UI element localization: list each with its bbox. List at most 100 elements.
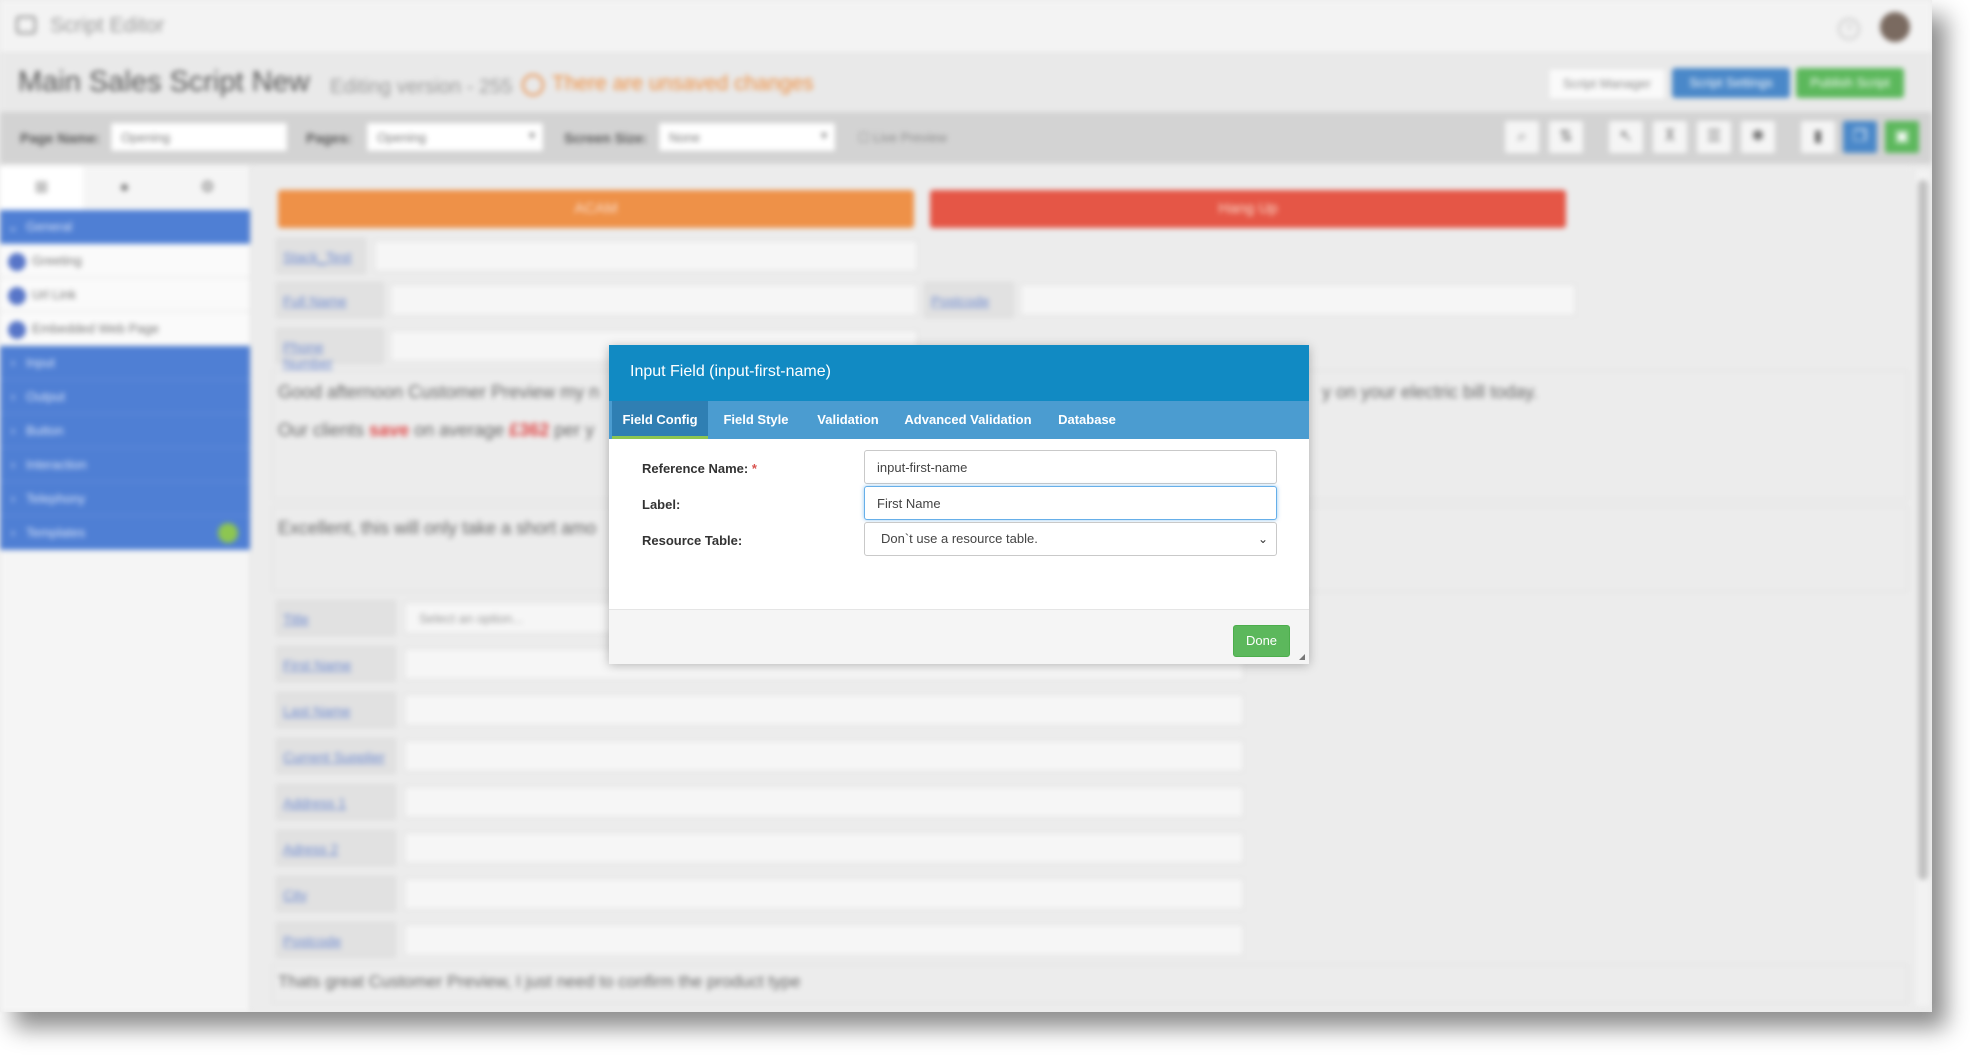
sidebar-item-url-link[interactable]: Url Link [0, 278, 250, 312]
pages-select-value: Opening [377, 130, 427, 145]
canvas-scrollbar[interactable] [1916, 170, 1930, 1006]
dialog-title: Input Field (input-first-name) [630, 363, 831, 380]
script-settings-button[interactable]: Script Settings [1672, 68, 1790, 98]
field-label-city[interactable]: City [276, 876, 396, 912]
publish-script-button[interactable]: Publish Script [1796, 68, 1904, 98]
savings-highlight: save [369, 420, 410, 440]
pages-label: Pages: [306, 130, 352, 146]
live-preview-checkbox[interactable]: ☐ Live Preview [858, 130, 947, 146]
category-label: General [26, 219, 73, 234]
chevron-down-icon: ▼ [819, 131, 829, 142]
resource-table-select[interactable]: Don`t use a resource table. ⌄ [864, 522, 1277, 556]
pages-select[interactable]: Opening ▼ [366, 122, 544, 152]
screen-size-select[interactable]: None ▼ [658, 122, 836, 152]
chevron-right-icon: › [10, 491, 16, 506]
stack-test-input[interactable] [374, 240, 918, 272]
field-label-postcode[interactable]: Postcode [276, 922, 396, 958]
sidebar-category-telephony[interactable]: › Telephony [0, 482, 250, 516]
list-icon[interactable]: ☰ [1696, 120, 1732, 154]
field-label-title[interactable]: Title [276, 600, 396, 636]
current-supplier-input[interactable] [404, 740, 1244, 772]
full-name-input[interactable] [390, 284, 918, 316]
hang-up-button[interactable]: Hang Up [930, 190, 1566, 228]
city-input[interactable] [404, 878, 1244, 910]
search-icon[interactable]: ⌕ [1504, 120, 1540, 154]
label-input[interactable] [864, 486, 1277, 520]
postcode-input[interactable] [404, 924, 1244, 956]
dialog-header: Input Field (input-first-name) [609, 345, 1309, 401]
sidebar-item-greeting[interactable]: Greeting [0, 244, 250, 278]
chevron-down-icon: ⌄ [7, 219, 19, 234]
pointer-icon[interactable]: ↖ [1608, 120, 1644, 154]
chevron-right-icon: › [10, 525, 16, 540]
tab-field-style[interactable]: Field Style [708, 401, 804, 439]
screen-size-value: None [669, 130, 701, 145]
tab-elements-icon[interactable]: ● [83, 166, 166, 210]
tab-field-config[interactable]: Field Config [612, 401, 708, 439]
globe-icon [8, 320, 26, 339]
script-manager-button[interactable]: Script Manager [1548, 68, 1666, 100]
field-label-last-name[interactable]: Last Name [276, 692, 396, 728]
live-preview-label: Live Preview [873, 130, 947, 145]
accept-button[interactable]: ACAM [278, 190, 914, 228]
category-label: Interaction [26, 457, 87, 472]
tab-advanced-validation[interactable]: Advanced Validation [892, 401, 1044, 439]
category-label: Button [26, 423, 64, 438]
chevron-down-icon: ▼ [527, 131, 537, 142]
sidebar-category-interaction[interactable]: › Interaction [0, 448, 250, 482]
savings-part: per y [554, 420, 595, 440]
done-button[interactable]: Done [1233, 625, 1290, 657]
chevron-right-icon: › [10, 389, 16, 404]
resource-table-value: Don`t use a resource table. [881, 531, 1038, 546]
sidebar-category-templates[interactable]: › Templates [0, 516, 250, 550]
postcode-top-input[interactable] [1020, 284, 1576, 316]
script-header: Main Sales Script New Editing version - … [0, 54, 1932, 112]
file-icon[interactable]: ▮ [1800, 120, 1836, 154]
item-label: Embedded Web Page [32, 321, 159, 336]
resize-grip-icon[interactable] [1299, 654, 1305, 660]
field-label-stack-test[interactable]: Stack_Test [276, 238, 366, 274]
field-label-postcode-top[interactable]: Postcode [924, 282, 1014, 318]
scrollbar-thumb[interactable] [1918, 180, 1928, 880]
required-mark: * [751, 461, 757, 476]
warning-icon [522, 74, 544, 96]
field-label-address-1[interactable]: Address 1 [276, 784, 396, 820]
tab-validation[interactable]: Validation [804, 401, 892, 439]
reference-name-input[interactable] [864, 450, 1277, 484]
greeting-icon [8, 252, 26, 271]
app-title: Script Editor [50, 14, 165, 37]
last-name-input[interactable] [404, 694, 1244, 726]
help-icon[interactable]: ? [1838, 18, 1860, 40]
save-icon[interactable]: ▣ [1884, 120, 1920, 154]
field-label-phone-number[interactable]: Phone Number [276, 328, 384, 371]
user-avatar[interactable] [1880, 12, 1910, 42]
editor-toolbar: Page Name: Opening Pages: Opening ▼ Scree… [0, 112, 1932, 164]
tab-database[interactable]: Database [1044, 401, 1130, 439]
tab-components-icon[interactable]: ⊞ [0, 166, 83, 210]
item-label: Url Link [32, 287, 77, 302]
field-label-current-supplier[interactable]: Current Supplier [276, 738, 396, 774]
unsaved-warning: There are unsaved changes [552, 72, 814, 95]
field-label-first-name[interactable]: First Name [276, 646, 396, 682]
chevron-right-icon: › [10, 423, 16, 438]
sidebar-item-embedded-web-page[interactable]: Embedded Web Page [0, 312, 250, 346]
label-label: Label: [642, 497, 681, 512]
copy-icon[interactable]: ❐ [1842, 120, 1878, 154]
sidebar-category-output[interactable]: › Output [0, 380, 250, 414]
page-name-input[interactable]: Opening [110, 122, 288, 152]
address-2-input[interactable] [404, 832, 1244, 864]
sidebar-category-input[interactable]: › Input [0, 346, 250, 380]
item-label: Greeting [32, 253, 82, 268]
script-logo-icon [16, 16, 36, 34]
settings-icon[interactable]: ✱ [1740, 120, 1776, 154]
address-1-input[interactable] [404, 786, 1244, 818]
sidebar-category-general[interactable]: ⌄ General [0, 210, 250, 244]
field-label-full-name[interactable]: Full Name [276, 282, 384, 318]
app-window: Script Editor ? Main Sales Script New Ed… [0, 0, 1932, 1012]
add-template-icon[interactable] [218, 523, 238, 543]
field-label-address-2[interactable]: Adress 2 [276, 830, 396, 866]
sidebar-category-button[interactable]: › Button [0, 414, 250, 448]
sitemap-icon[interactable]: ⊼ [1652, 120, 1688, 154]
chart-icon[interactable]: ⇅ [1548, 120, 1584, 154]
tab-settings-icon[interactable]: ⚙ [166, 166, 249, 210]
